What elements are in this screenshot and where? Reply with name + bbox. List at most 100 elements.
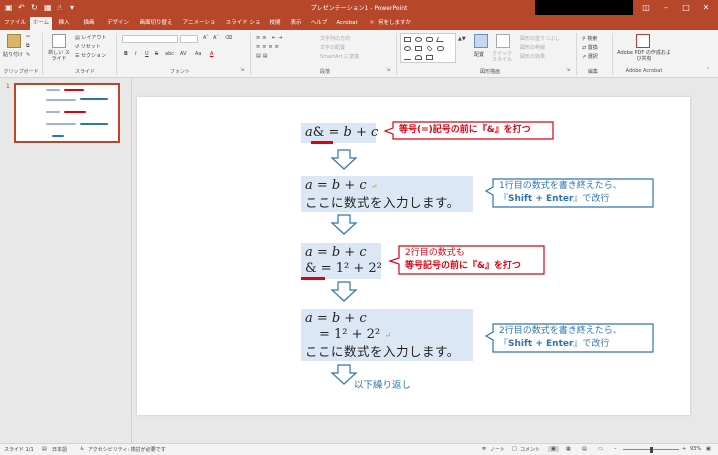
- proofing-icon[interactable]: ▤: [42, 446, 47, 452]
- reset-button[interactable]: ↺ リセット: [75, 43, 101, 50]
- align-icons[interactable]: ≡≡≡≡: [256, 44, 281, 50]
- notes-icon[interactable]: ≣: [482, 446, 486, 452]
- rounded-rect-shape-icon[interactable]: [426, 37, 433, 42]
- zoom-in-icon[interactable]: +: [682, 446, 686, 452]
- section-button[interactable]: ☰ セクション: [75, 52, 106, 59]
- quick-styles-button[interactable]: クイック スタイル: [492, 51, 516, 63]
- tab-home[interactable]: ホーム: [30, 17, 52, 30]
- zoom-slider-handle[interactable]: [650, 447, 653, 453]
- oval-shape-icon[interactable]: [415, 37, 422, 42]
- bullets-icon[interactable]: ≡≡ ⇤⇥: [256, 35, 284, 41]
- quick-styles-icon[interactable]: [496, 34, 510, 48]
- equation-box-2[interactable]: a = b + c ↵ ここに数式を入力します。: [301, 176, 473, 212]
- tab-transitions[interactable]: 画面切り替え: [137, 17, 175, 30]
- line-shape-icon[interactable]: [436, 37, 445, 42]
- strikethrough-button[interactable]: S: [155, 51, 158, 57]
- copy-icon[interactable]: ⧉: [26, 43, 30, 49]
- tab-help[interactable]: ヘルプ: [310, 17, 328, 30]
- new-slide-icon[interactable]: [52, 34, 66, 48]
- equation-box-4[interactable]: a = b + c = 1² + 2² ↵ ここに数式を入力します。: [301, 309, 473, 361]
- slide-thumbnail[interactable]: [14, 83, 120, 143]
- equation-box-1[interactable]: a& = b + c: [301, 123, 378, 143]
- tab-acrobat[interactable]: Acrobat: [334, 17, 360, 30]
- tab-slideshow[interactable]: スライド ショー: [223, 17, 263, 38]
- bold-button[interactable]: B: [124, 51, 128, 57]
- tab-design[interactable]: デザイン: [105, 17, 131, 30]
- square-shape-icon[interactable]: [415, 46, 422, 51]
- new-slide-button[interactable]: 新しい スライド: [46, 50, 72, 62]
- create-pdf-button[interactable]: Adobe PDF の作成および共有: [617, 50, 671, 62]
- align-text-button[interactable]: 文字の配置: [320, 44, 345, 51]
- ribbon-display-icon[interactable]: ◫: [636, 1, 656, 14]
- tab-draw[interactable]: 描画: [81, 17, 97, 30]
- char-spacing-button[interactable]: AV: [180, 51, 187, 57]
- find-label: 検索: [587, 36, 598, 42]
- shrink-font-icon[interactable]: Aˇ: [213, 35, 219, 41]
- down-arrow-icon: [330, 281, 358, 302]
- slide-sorter-icon[interactable]: ▦: [566, 446, 571, 452]
- replace-button[interactable]: ⇄ 置換: [582, 44, 598, 51]
- language-indicator[interactable]: 日本語: [52, 446, 67, 453]
- paragraph-launcher-icon[interactable]: ⇲: [386, 67, 390, 73]
- callout-shape-icon[interactable]: [437, 46, 444, 51]
- shapes-gallery[interactable]: [400, 33, 456, 63]
- select-button[interactable]: ⇗ 選択: [582, 53, 598, 60]
- accessibility-icon[interactable]: ♿: [80, 446, 84, 452]
- underline-button[interactable]: U: [145, 51, 149, 57]
- smartart-button[interactable]: SmartArt に変換: [320, 53, 359, 60]
- accessibility-status[interactable]: アクセシビリティ: 検討が必要です: [88, 446, 166, 453]
- collapse-ribbon-icon[interactable]: ⌃: [706, 67, 710, 73]
- font-launcher-icon[interactable]: ⇲: [240, 67, 244, 73]
- italic-button[interactable]: I: [135, 51, 136, 57]
- zoom-level[interactable]: 93%: [690, 446, 701, 452]
- change-case-button[interactable]: Aa: [195, 51, 201, 57]
- placeholder-text: ここに数式を入力します。: [305, 344, 460, 359]
- font-name-select[interactable]: [122, 35, 178, 43]
- reading-view-icon[interactable]: ▤: [582, 446, 587, 452]
- equation-box-3[interactable]: a = b + c & = 1² + 2²: [301, 243, 382, 279]
- text-direction-button[interactable]: 文字列の方向: [320, 35, 350, 42]
- circle-shape-icon[interactable]: [404, 46, 411, 51]
- notes-button[interactable]: ノート: [490, 446, 505, 453]
- tab-insert[interactable]: 挿入: [56, 17, 72, 30]
- drawing-launcher-icon[interactable]: ⇲: [566, 67, 570, 73]
- shape-effects-button[interactable]: 図形の効果: [520, 53, 545, 60]
- columns-icon[interactable]: ▤▤: [256, 53, 269, 59]
- arc-shape-icon[interactable]: [415, 55, 422, 60]
- shape-outline-button[interactable]: 図形の枠線: [520, 44, 545, 51]
- brace-shape-icon[interactable]: [426, 55, 433, 60]
- paste-button[interactable]: 貼り付け: [3, 51, 23, 58]
- tab-review[interactable]: 校閲: [268, 17, 282, 30]
- arrow-shape-icon[interactable]: [404, 55, 411, 60]
- cut-icon[interactable]: ✂: [26, 34, 30, 40]
- font-color-button[interactable]: A: [210, 51, 213, 57]
- clear-format-icon[interactable]: ⌫: [225, 35, 232, 41]
- zoom-out-icon[interactable]: –: [614, 446, 617, 452]
- font-size-select[interactable]: [180, 35, 198, 43]
- comments-icon[interactable]: □: [512, 446, 517, 452]
- fit-slide-icon[interactable]: ▣: [706, 446, 711, 452]
- comments-button[interactable]: コメント: [520, 446, 540, 453]
- find-button[interactable]: ⚲ 検索: [582, 35, 597, 42]
- shapes-scroll-icon[interactable]: ▲▼: [458, 36, 466, 42]
- shadow-button[interactable]: abc: [165, 51, 174, 57]
- normal-view-icon[interactable]: ▣: [548, 446, 559, 452]
- layout-button[interactable]: ▤ レイアウト: [75, 34, 106, 41]
- close-icon[interactable]: ✕: [696, 1, 716, 14]
- format-painter-icon[interactable]: ✎: [26, 52, 30, 58]
- grow-font-icon[interactable]: Aˆ: [203, 35, 209, 41]
- rectangle-shape-icon[interactable]: [404, 37, 411, 42]
- create-pdf-icon[interactable]: [636, 34, 650, 48]
- arrange-icon[interactable]: [474, 34, 488, 48]
- shape-fill-button[interactable]: 図形の塗りつぶし: [520, 35, 560, 42]
- paste-icon[interactable]: [7, 34, 21, 48]
- minimize-icon[interactable]: –: [656, 1, 676, 14]
- diamond-shape-icon[interactable]: [426, 45, 433, 52]
- slideshow-icon[interactable]: ▭: [598, 446, 603, 452]
- tab-view[interactable]: 表示: [289, 17, 303, 30]
- tell-me-box[interactable]: 何をしますか: [378, 17, 418, 30]
- tab-animations[interactable]: アニメーション: [181, 17, 217, 38]
- restore-icon[interactable]: □: [676, 1, 696, 14]
- tab-file[interactable]: ファイル: [2, 17, 28, 30]
- arrange-button[interactable]: 配置: [474, 51, 484, 58]
